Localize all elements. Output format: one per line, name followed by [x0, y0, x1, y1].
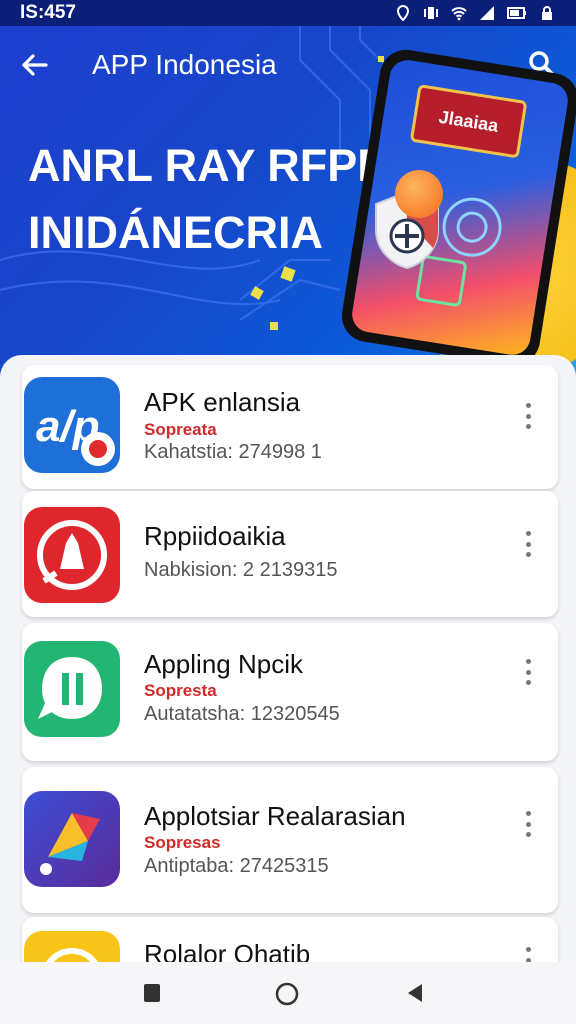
status-time: IS:457: [20, 2, 76, 23]
app-list: a/p APK enlansia Sopreata Kahatstia: 274…: [0, 355, 576, 965]
app-name: Rppiidoaikia: [144, 521, 286, 551]
orange-orb-decoration: [395, 170, 443, 218]
home-icon[interactable]: [275, 982, 299, 1006]
app-meta: Kahatstia: 274998 1: [144, 441, 322, 463]
page-title: APP Indonesia: [92, 49, 277, 80]
list-item[interactable]: Rppiidoaikia Nabkision: 2 2139315: [22, 491, 558, 617]
hero-headline-line-2: INIDÁNECRIA: [28, 207, 324, 258]
app-meta: Nabkision: 2 2139315: [144, 559, 338, 581]
signal-icon: [480, 6, 494, 20]
recents-icon[interactable]: [404, 982, 426, 1004]
more-options-icon[interactable]: [522, 403, 534, 429]
list-item[interactable]: a/p APK enlansia Sopreata Kahatstia: 274…: [22, 365, 558, 489]
phone-badge: Jlaaiaa: [409, 84, 528, 159]
app-tag: Sopresta: [144, 681, 217, 700]
lock-icon: [542, 6, 552, 20]
app-icon-chat: [24, 641, 120, 737]
app-name: APK enlansia: [144, 387, 301, 417]
app-icon-apk: a/p: [24, 377, 120, 473]
back-icon[interactable]: [142, 982, 162, 1004]
navigation-bar: [0, 962, 576, 1024]
list-item[interactable]: Applotsiar Realarasian Sopresas Antiptab…: [22, 767, 558, 913]
list-item[interactable]: Appling Npcik Sopresta Autatatsha: 12320…: [22, 623, 558, 761]
more-options-icon[interactable]: [522, 811, 534, 837]
app-icon-yellow: [24, 931, 120, 965]
hero-headline-line-1: ANRL RAY RFPR: [28, 140, 390, 191]
list-item[interactable]: Rolalor Ohatib: [22, 917, 558, 965]
location-icon: [396, 5, 410, 21]
app-meta: Antiptaba: 27425315: [144, 855, 329, 877]
app-meta: Autatatsha: 12320545: [144, 703, 340, 725]
wifi-icon: [451, 7, 467, 21]
status-bar: IS:457: [0, 0, 576, 26]
app-tag: Sopreata: [144, 420, 217, 439]
battery-icon: [507, 7, 526, 19]
app-tag: Sopresas: [144, 833, 221, 852]
app-icon-bell: [24, 507, 120, 603]
app-name: Appling Npcik: [144, 649, 303, 679]
more-options-icon[interactable]: [522, 659, 534, 685]
vibrate-icon: [424, 7, 438, 19]
target-icon: [442, 197, 502, 257]
more-options-icon[interactable]: [522, 531, 534, 557]
app-name: Applotsiar Realarasian: [144, 801, 406, 831]
arrow-left-icon[interactable]: [18, 48, 52, 82]
app-icon-prism: [24, 791, 120, 887]
